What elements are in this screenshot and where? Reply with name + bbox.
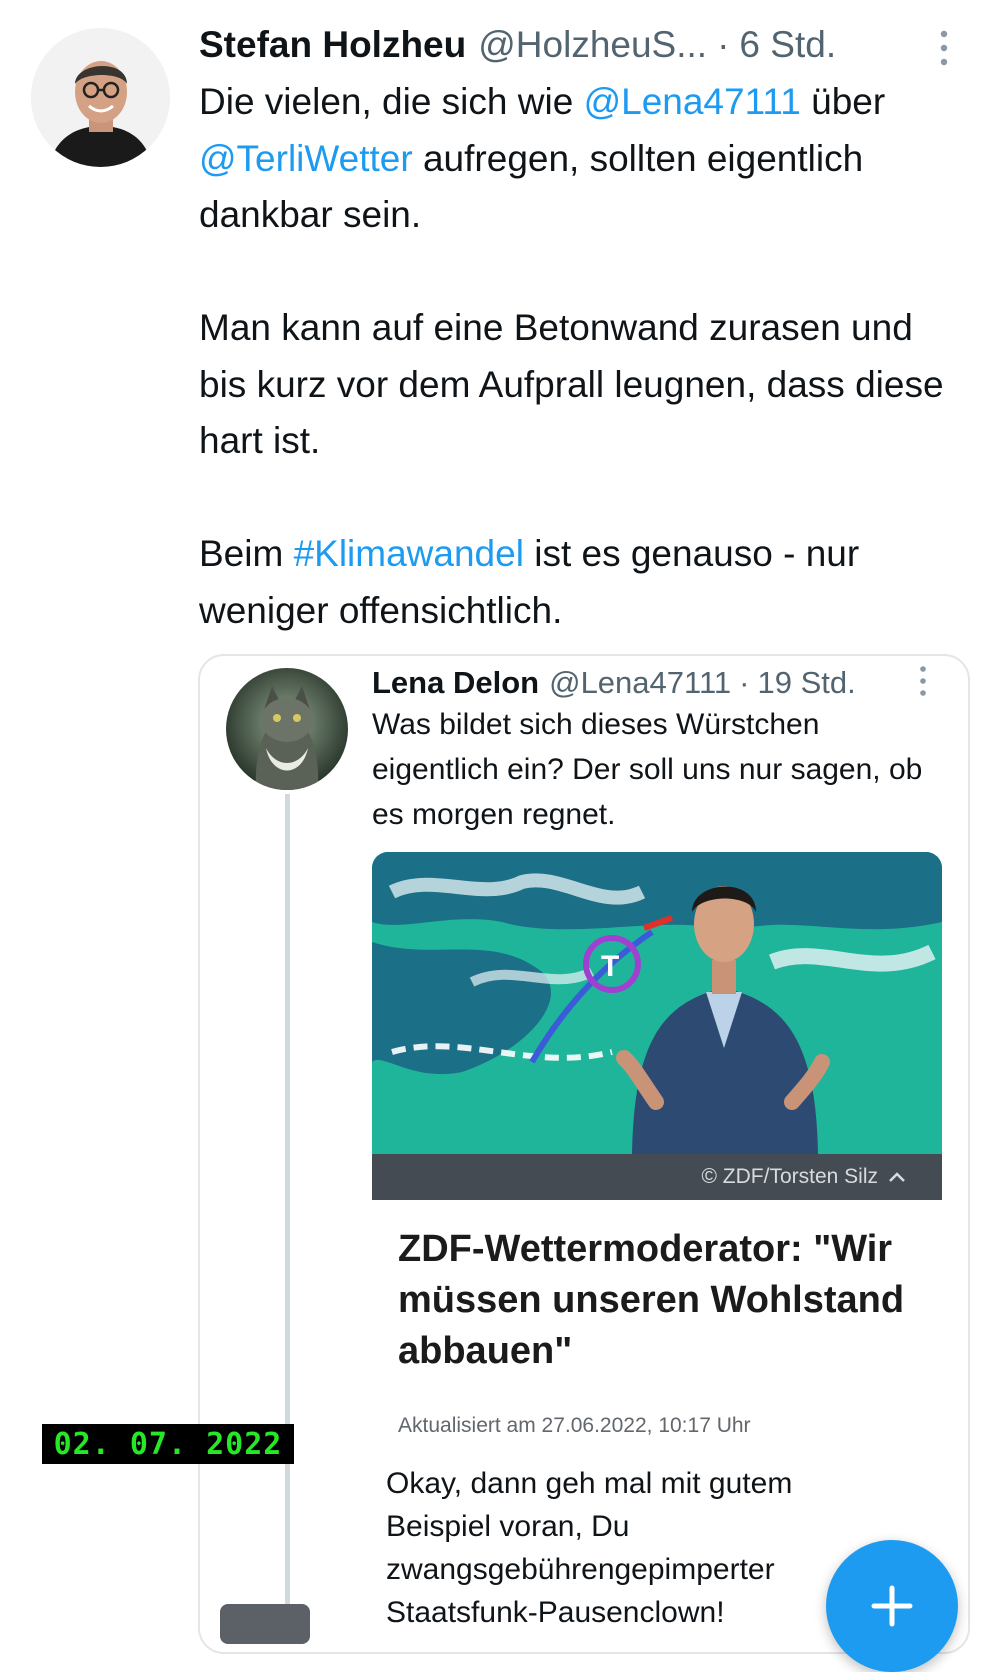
tweet-text: Die vielen, die sich wie @Lena47111 über… [199,74,969,639]
article-image[interactable]: T [372,852,942,1154]
article-updated-date: Aktualisiert am 27.06.2022, 10:17 Uhr [398,1414,751,1437]
quoted-author-avatar[interactable] [226,668,348,790]
text-segment: über [800,81,886,122]
quoted-more-vertical-icon[interactable] [918,664,928,698]
author-handle[interactable]: @HolzheuS... [478,24,707,66]
quoted-author-handle[interactable]: @Lena47111 [549,665,731,701]
author-name[interactable]: Stefan Holzheu [199,24,466,66]
text-segment: Die vielen, die sich wie [199,81,584,122]
mention-link[interactable]: @Lena47111 [584,81,801,122]
date-stamp: 02. 07. 2022 [42,1424,294,1464]
compose-plus-icon [871,1585,913,1627]
quoted-tweet-text: Was bildet sich dieses Würstchen eigentl… [372,708,923,831]
tweet-paragraph-3: Beim #Klimawandel ist es genauso - nur w… [199,526,969,639]
tweet-time[interactable]: 6 Std. [739,24,836,66]
tweet-paragraph-1: Die vielen, die sich wie @Lena47111 über… [199,74,969,244]
image-caption-bar[interactable]: © ZDF/Torsten Silz [372,1154,942,1200]
text-segment: Beim [199,533,294,574]
quoted-author-name[interactable]: Lena Delon [372,665,539,701]
tweet-paragraph-2: Man kann auf eine Betonwand zurasen und … [199,307,944,461]
svg-text:T: T [601,950,619,983]
cat-avatar-image [226,668,348,790]
quoted-header-separator: · [739,665,750,700]
tweet-header: Stefan Holzheu @HolzheuS... · 6 Std. [199,20,959,70]
thread-line [285,794,290,1624]
weather-map-photo: T [372,852,942,1154]
author-avatar[interactable] [31,28,170,167]
more-vertical-icon[interactable] [938,28,950,68]
hashtag-link[interactable]: #Klimawandel [294,533,524,574]
avatar-photo [31,28,170,167]
alt-badge[interactable] [220,1604,310,1644]
quoted-tweet-header: Lena Delon @Lena47111 · 19 Std. [372,662,947,704]
quoted-tweet-comment: Okay, dann geh mal mit gutem Beispiel vo… [386,1467,793,1624]
compose-tweet-button[interactable] [826,1540,958,1672]
header-separator: · [717,24,730,65]
mention-link[interactable]: @TerliWetter [199,138,413,179]
quoted-tweet-time[interactable]: 19 Std. [757,665,855,701]
article-headline[interactable]: ZDF-Wettermoderator: "Wir müssen unseren… [398,1224,938,1377]
image-caption: © ZDF/Torsten Silz [701,1165,878,1188]
chevron-up-icon[interactable] [888,1171,906,1183]
